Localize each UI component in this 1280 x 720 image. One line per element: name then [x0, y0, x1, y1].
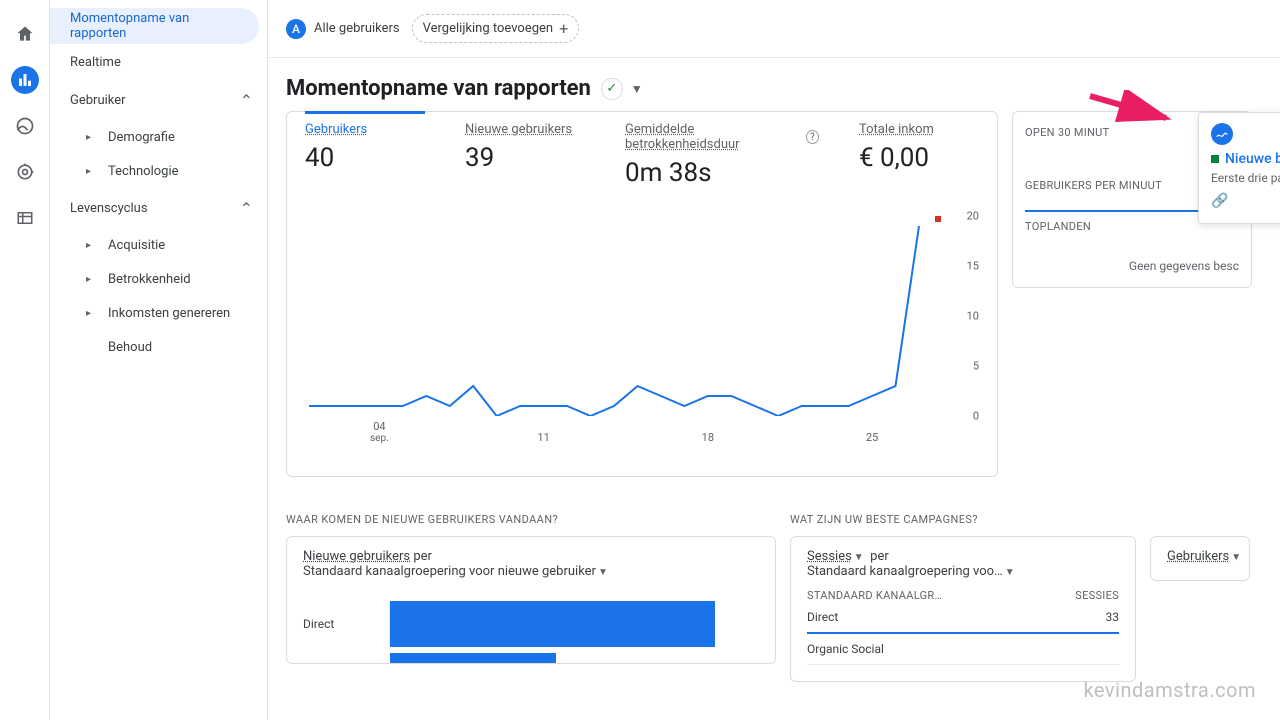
panel-label: WAT ZIJN UW BESTE CAMPAGNES?	[790, 513, 1136, 526]
chevron-down-icon: ▼	[854, 552, 864, 563]
add-comparison-button[interactable]: Vergelijking toevoegen +	[412, 14, 580, 43]
kpi-label: Gemiddelde betrokkenheidsduur ?	[625, 122, 819, 152]
link-icon[interactable]: 🔗	[1211, 193, 1280, 209]
chevron-up-icon: ⌃	[240, 199, 253, 218]
plus-icon: +	[559, 19, 568, 38]
add-comparison-label: Vergelijking toevoegen	[423, 21, 554, 36]
kpi-label: Nieuwe gebruikers	[465, 122, 585, 137]
nav-sub-label: Acquisitie	[108, 238, 165, 253]
table-row[interactable]: Direct33	[807, 602, 1119, 634]
annotation-title: Nieuwe blog online | Pagina	[1211, 151, 1280, 167]
nav-sub-betrokkenheid[interactable]: ▸ Betrokkenheid	[50, 262, 267, 296]
chevron-down-icon: ▼	[1005, 567, 1015, 578]
nav-label: Realtime	[70, 55, 121, 70]
side-nodata: Geen gegevens besc	[1025, 259, 1239, 273]
nav-sub-acquisitie[interactable]: ▸ Acquisitie	[50, 228, 267, 262]
overview-card: Gebruikers 40 Nieuwe gebruikers 39 Gemid…	[286, 111, 998, 477]
advertising-icon[interactable]	[11, 158, 39, 186]
chevron-up-icon: ⌃	[240, 91, 253, 110]
nav-sidebar: Momentopname van rapporten Realtime Gebr…	[50, 0, 268, 720]
verified-icon[interactable]: ✓	[601, 78, 623, 100]
bar-fill	[390, 601, 715, 647]
segment-label: Alle gebruikers	[314, 21, 400, 36]
bar-track	[389, 601, 759, 647]
segment-badge: A	[286, 19, 306, 39]
nav-group-lifecycle[interactable]: Levenscyclus ⌃	[50, 188, 267, 228]
dimension-picker[interactable]: Nieuwe gebruikers per Standaard kanaalgr…	[303, 549, 759, 579]
bar-fill	[390, 653, 556, 663]
bar-label: Direct	[303, 617, 389, 631]
dimension-picker[interactable]: Sessies▼ per Standaard kanaalgroepering …	[807, 549, 1119, 579]
color-square-icon	[1211, 155, 1219, 163]
icon-rail	[0, 0, 50, 720]
chevron-down-icon[interactable]: ▼	[631, 82, 643, 96]
help-icon[interactable]: ?	[806, 130, 819, 144]
chevron-down-icon: ▼	[598, 567, 608, 578]
nav-sub-label: Inkomsten genereren	[108, 306, 230, 321]
nav-item-snapshot[interactable]: Momentopname van rapporten	[50, 8, 259, 44]
chevron-down-icon: ▼	[1231, 552, 1241, 563]
caret-right-icon: ▸	[86, 132, 100, 143]
kpi-value: 0m 38s	[625, 158, 819, 188]
nav-sub-behoud[interactable]: ▸Behoud	[50, 330, 267, 364]
annotation-avatar-icon	[1211, 123, 1233, 145]
kpi-new-users[interactable]: Nieuwe gebruikers 39	[465, 122, 585, 188]
panel-label: WAAR KOMEN DE NIEUWE GEBRUIKERS VANDAAN?	[286, 513, 776, 526]
nav-sub-technologie[interactable]: ▸ Technologie	[50, 154, 267, 188]
annotation-name: Nieuwe blog online	[1225, 151, 1280, 167]
segment-all-users[interactable]: A Alle gebruikers	[286, 19, 400, 39]
panel-label	[1150, 513, 1250, 526]
bottom-row: WAAR KOMEN DE NIEUWE GEBRUIKERS VANDAAN?…	[268, 513, 1280, 682]
panel-campaigns: WAT ZIJN UW BESTE CAMPAGNES? Sessies▼ pe…	[790, 513, 1136, 682]
nav-sub-label: Technologie	[108, 164, 179, 179]
nav-group-user[interactable]: Gebruiker ⌃	[50, 80, 267, 120]
bar-row: Direct	[303, 601, 759, 647]
annotation-arrow	[1088, 90, 1178, 130]
panel-new-users-source: WAAR KOMEN DE NIEUWE GEBRUIKERS VANDAAN?…	[286, 513, 776, 682]
table-head: STANDAARD KANAALGR…SESSIES	[807, 589, 1119, 602]
table-row[interactable]: Organic Social	[807, 634, 1119, 665]
kpi-row: Gebruikers 40 Nieuwe gebruikers 39 Gemid…	[287, 112, 997, 188]
nav-sub-label: Demografie	[108, 130, 175, 145]
reports-icon[interactable]	[11, 66, 39, 94]
kpi-label: Totale inkom	[859, 122, 979, 137]
nav-group-label: Levenscyclus	[70, 201, 148, 216]
nav-group-label: Gebruiker	[70, 93, 126, 108]
kpi-value: € 0,00	[859, 143, 979, 173]
explore-icon[interactable]	[11, 112, 39, 140]
nav-sub-label: Behoud	[108, 340, 152, 355]
nav-sub-inkomsten[interactable]: ▸ Inkomsten genereren	[50, 296, 267, 330]
annotation-popover: 27 Sep 2022 × Nieuwe blog online | Pagin…	[1198, 112, 1280, 224]
home-icon[interactable]	[11, 20, 39, 48]
configure-icon[interactable]	[11, 204, 39, 232]
kpi-engagement[interactable]: Gemiddelde betrokkenheidsduur ? 0m 38s	[625, 122, 819, 188]
annotation-marker-icon[interactable]	[935, 216, 941, 222]
page-title: Momentopname van rapporten	[286, 76, 591, 101]
caret-right-icon: ▸	[86, 166, 100, 177]
kpi-label: Gebruikers	[305, 122, 425, 137]
nav-sub-label: Betrokkenheid	[108, 272, 191, 287]
kpi-value: 40	[305, 143, 425, 173]
line-chart: 05101520 04sep.111825	[309, 206, 979, 456]
nav-item-realtime[interactable]: Realtime	[50, 44, 259, 80]
kpi-revenue[interactable]: Totale inkom € 0,00	[859, 122, 979, 188]
caret-right-icon: ▸	[86, 308, 100, 319]
annotation-desc: Eerste drie pagina's staan online.	[1211, 171, 1280, 185]
caret-right-icon: ▸	[86, 240, 100, 251]
kpi-value: 39	[465, 143, 585, 173]
segment-bar: A Alle gebruikers Vergelijking toevoegen…	[268, 0, 1280, 58]
chart-svg	[309, 216, 949, 416]
nav-label: Momentopname van rapporten	[70, 11, 245, 41]
panel-users: Gebruikers▼	[1150, 513, 1250, 682]
main-content: A Alle gebruikers Vergelijking toevoegen…	[268, 0, 1280, 720]
caret-right-icon: ▸	[86, 274, 100, 285]
dimension-picker[interactable]: Gebruikers▼	[1167, 549, 1233, 564]
nav-sub-demografie[interactable]: ▸ Demografie	[50, 120, 267, 154]
kpi-users[interactable]: Gebruikers 40	[305, 111, 425, 188]
